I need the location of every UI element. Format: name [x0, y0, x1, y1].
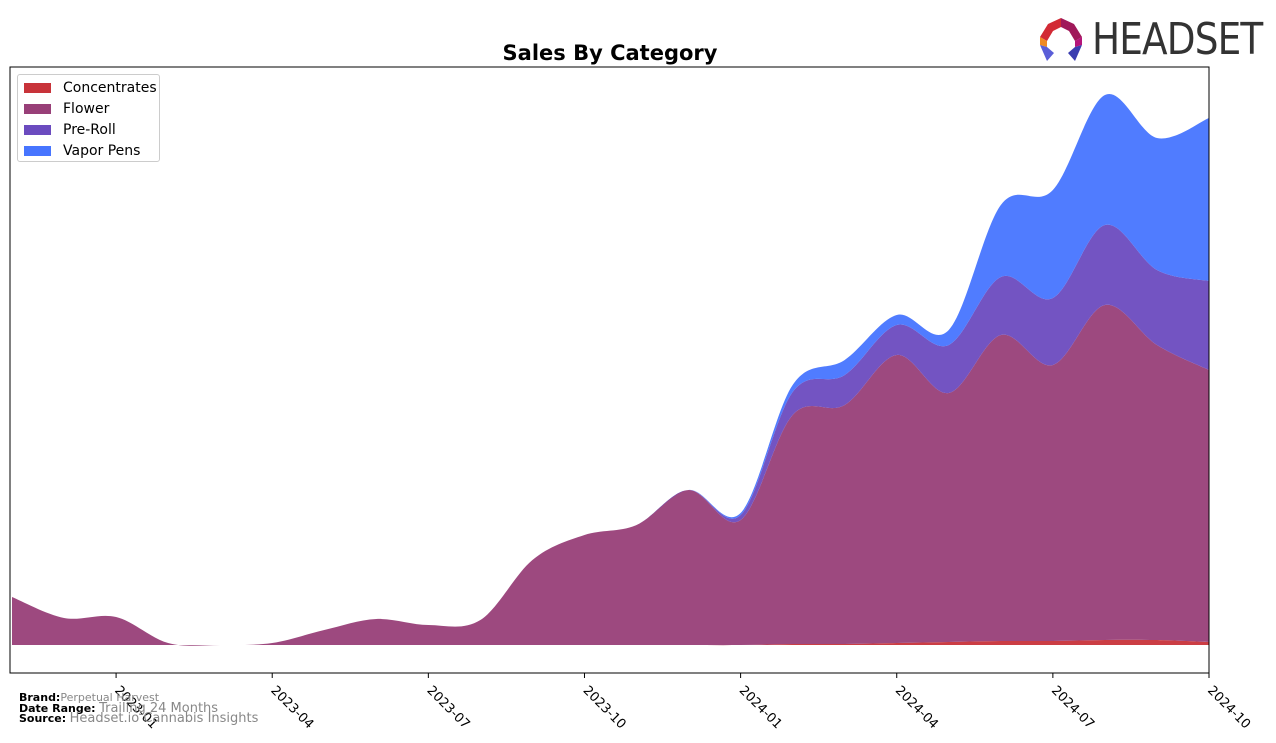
areas-layer — [12, 93, 1209, 646]
x-tick-label: 2023-04 — [267, 683, 316, 732]
x-tick-label: 2023-10 — [580, 683, 629, 732]
source-label: Source: — [19, 712, 67, 725]
x-tick-label: 2024-01 — [736, 683, 785, 732]
legend-item-vapor-pens: Vapor Pens — [24, 141, 140, 161]
x-tick-label: 2024-04 — [892, 683, 941, 732]
legend-item-concentrates: Concentrates — [24, 78, 157, 98]
chart-title: Sales By Category — [503, 41, 718, 65]
x-tick-label: 2024-10 — [1204, 683, 1253, 732]
headset-logo-icon — [1040, 17, 1082, 61]
legend-label: Pre-Roll — [63, 122, 116, 138]
legend-swatch — [24, 83, 51, 93]
legend-item-flower: Flower — [24, 99, 109, 119]
legend-swatch — [24, 104, 51, 114]
legend: Concentrates Flower Pre-Roll Vapor Pens — [17, 74, 160, 162]
legend-swatch — [24, 125, 51, 135]
legend-label: Vapor Pens — [63, 143, 141, 159]
legend-swatch — [24, 146, 51, 156]
legend-item-pre-roll: Pre-Roll — [24, 120, 116, 140]
source-value: Headset.io Cannabis Insights — [69, 711, 259, 726]
area-flower — [12, 304, 1209, 646]
x-tick-label: 2023-07 — [424, 683, 473, 732]
headset-logo: HEADSET — [1038, 14, 1276, 65]
x-axis: 2023-01 2023-04 2023-07 2023-10 2024-01 2024-… — [111, 673, 1253, 732]
logo-text: HEADSET — [1092, 14, 1263, 65]
x-tick-label: 2024-07 — [1048, 683, 1097, 732]
legend-label: Flower — [63, 101, 110, 117]
sales-by-category-chart: Sales By Category 2023-01 2023-04 2023-07 2… — [9, 41, 1253, 732]
legend-label: Concentrates — [63, 80, 157, 96]
meta-source: Source: Headset.io Cannabis Insights — [19, 711, 259, 726]
